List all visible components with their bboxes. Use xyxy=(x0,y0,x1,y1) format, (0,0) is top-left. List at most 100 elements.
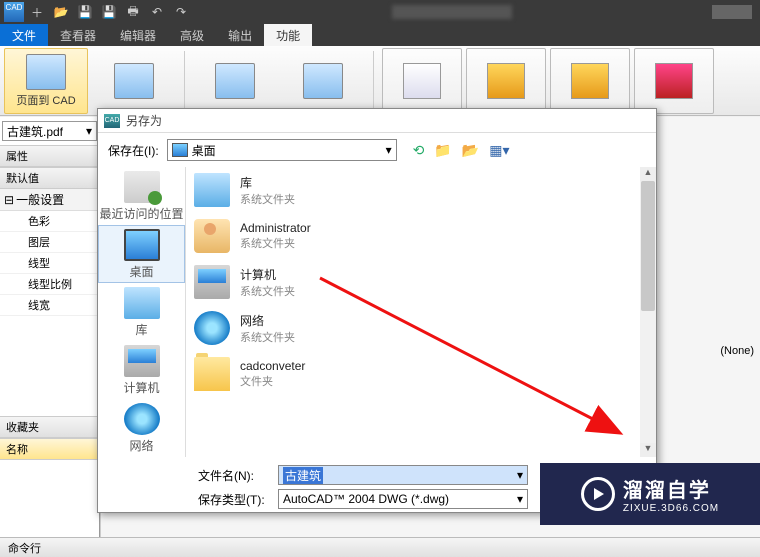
file-sub-label: 系统文件夹 xyxy=(240,191,295,207)
ribbon-icon-6 xyxy=(487,63,525,99)
place-network-label: 网络 xyxy=(129,437,153,454)
app-logo-icon: CAD xyxy=(4,2,24,22)
dialog-title-bar: CAD 另存为 xyxy=(98,109,656,133)
scrollbar[interactable]: ▲ ▼ xyxy=(640,167,656,457)
ribbon-icon-3 xyxy=(215,63,255,99)
menu-advanced[interactable]: 高级 xyxy=(168,24,216,46)
watermark-text-big: 溜溜自学 xyxy=(623,474,719,503)
menu-output[interactable]: 输出 xyxy=(216,24,264,46)
new-folder-button[interactable]: 📂 xyxy=(462,142,479,159)
chevron-down-icon: ▾ xyxy=(386,143,392,157)
place-network[interactable]: 网络 xyxy=(98,399,185,457)
file-item-cadconverter[interactable]: cadconveter 文件夹 xyxy=(186,351,656,397)
play-circle-icon xyxy=(581,477,615,511)
filename-input[interactable]: 古建筑 ▾ xyxy=(278,465,528,485)
ribbon-button-6[interactable] xyxy=(466,48,546,114)
chevron-down-icon: ▾ xyxy=(86,124,92,138)
save-all-button[interactable]: 💾 xyxy=(98,1,120,23)
menu-editor[interactable]: 编辑器 xyxy=(108,24,168,46)
save-in-combo[interactable]: 桌面 ▾ xyxy=(167,139,397,161)
print-button[interactable]: 🖶 xyxy=(122,1,144,23)
ribbon-separator xyxy=(184,51,185,111)
page-to-cad-button[interactable]: 页面到 CAD xyxy=(4,48,88,114)
place-computer[interactable]: 计算机 xyxy=(98,341,185,399)
new-button[interactable]: ＋ xyxy=(26,1,48,23)
file-name-label: 计算机 xyxy=(240,266,295,283)
ribbon-button-7[interactable] xyxy=(550,48,630,114)
file-sub-label: 系统文件夹 xyxy=(240,235,311,251)
file-name-label: cadconveter xyxy=(240,359,305,373)
library-icon xyxy=(194,173,230,207)
network-icon xyxy=(124,403,160,435)
ribbon-button-2[interactable] xyxy=(92,48,176,114)
place-recent[interactable]: 最近访问的位置 xyxy=(98,167,185,225)
ribbon-toolbar: 页面到 CAD xyxy=(0,46,760,116)
desktop-icon xyxy=(124,229,160,261)
place-desktop[interactable]: 桌面 xyxy=(98,225,185,283)
menu-functions[interactable]: 功能 xyxy=(264,24,312,46)
undo-button[interactable]: ↶ xyxy=(146,1,168,23)
filetype-label: 保存类型(T): xyxy=(198,491,268,508)
place-recent-label: 最近访问的位置 xyxy=(99,205,183,222)
places-bar: 最近访问的位置 桌面 库 计算机 网络 xyxy=(98,167,186,457)
tree-item-ltscale[interactable]: 线型比例 xyxy=(0,274,99,295)
dialog-title-text: 另存为 xyxy=(126,112,162,129)
file-item-administrator[interactable]: Administrator 系统文件夹 xyxy=(186,213,656,259)
menu-file[interactable]: 文件 xyxy=(0,24,48,46)
place-library[interactable]: 库 xyxy=(98,283,185,341)
file-name-label: 库 xyxy=(240,174,295,191)
ribbon-button-8[interactable] xyxy=(634,48,714,114)
filetype-combo[interactable]: AutoCAD™ 2004 DWG (*.dwg) ▾ xyxy=(278,489,528,509)
panel-head-defaults[interactable]: 默认值 xyxy=(0,167,99,189)
none-label: (None) xyxy=(720,345,754,357)
tree-category-label: 一般设置 xyxy=(16,191,64,208)
ribbon-separator xyxy=(373,51,374,111)
obscured-title xyxy=(392,5,512,19)
ribbon-button-3[interactable] xyxy=(193,48,277,114)
left-panel: 古建筑.pdf ▾ 属性 默认值 ⊟ 一般设置 色彩 图层 线型 线型比例 线宽… xyxy=(0,117,100,537)
ribbon-button-5[interactable] xyxy=(382,48,462,114)
folder-icon xyxy=(194,357,230,391)
file-item-computer[interactable]: 计算机 系统文件夹 xyxy=(186,259,656,305)
library-icon xyxy=(124,287,160,319)
panel-head-attributes[interactable]: 属性 xyxy=(0,145,99,167)
panel-head-favorites[interactable]: 收藏夹 xyxy=(0,416,99,438)
ribbon-icon-8 xyxy=(655,63,693,99)
tree-item-lineweight[interactable]: 线宽 xyxy=(0,295,99,316)
menu-bar: 文件 查看器 编辑器 高级 输出 功能 xyxy=(0,24,760,46)
current-file-dropdown[interactable]: 古建筑.pdf ▾ xyxy=(2,121,97,141)
collapse-icon: ⊟ xyxy=(4,193,14,207)
tree-item-color[interactable]: 色彩 xyxy=(0,211,99,232)
view-mode-button[interactable]: ▦▾ xyxy=(489,142,509,159)
place-desktop-label: 桌面 xyxy=(129,263,153,280)
scroll-down-icon[interactable]: ▼ xyxy=(640,443,656,457)
ribbon-button-4[interactable] xyxy=(281,48,365,114)
ribbon-icon-2 xyxy=(114,63,154,99)
file-item-network[interactable]: 网络 系统文件夹 xyxy=(186,305,656,351)
tree-item-layer[interactable]: 图层 xyxy=(0,232,99,253)
redo-button[interactable]: ↷ xyxy=(170,1,192,23)
tree-item-linetype[interactable]: 线型 xyxy=(0,253,99,274)
back-button[interactable]: ⟲ xyxy=(413,142,425,159)
place-library-label: 库 xyxy=(135,321,147,338)
filename-label: 文件名(N): xyxy=(198,467,268,484)
filename-value: 古建筑 xyxy=(283,467,323,484)
title-bar: CAD ＋ 📂 💾 💾 🖶 ↶ ↷ xyxy=(0,0,760,24)
computer-icon xyxy=(124,345,160,377)
up-folder-button[interactable]: 📁 xyxy=(434,142,451,159)
tree-category-general[interactable]: ⊟ 一般设置 xyxy=(0,189,99,211)
scroll-thumb[interactable] xyxy=(641,181,655,311)
command-line-label: 命令行 xyxy=(0,540,49,556)
file-sub-label: 系统文件夹 xyxy=(240,283,295,299)
chevron-down-icon: ▾ xyxy=(517,492,523,506)
menu-viewer[interactable]: 查看器 xyxy=(48,24,108,46)
title-decoration xyxy=(712,5,752,19)
panel-head-name[interactable]: 名称 xyxy=(0,438,99,460)
file-list[interactable]: 库 系统文件夹 Administrator 系统文件夹 计算机 系统文件夹 xyxy=(186,167,656,457)
file-name-label: 网络 xyxy=(240,312,295,329)
file-name-label: Administrator xyxy=(240,221,311,235)
file-item-library[interactable]: 库 系统文件夹 xyxy=(186,167,656,213)
save-button[interactable]: 💾 xyxy=(74,1,96,23)
scroll-up-icon[interactable]: ▲ xyxy=(640,167,656,181)
open-button[interactable]: 📂 xyxy=(50,1,72,23)
